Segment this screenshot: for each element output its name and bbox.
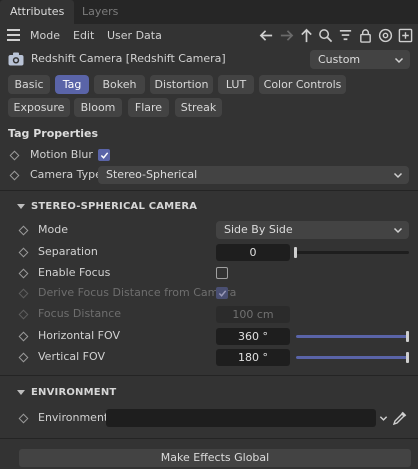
diamond-keyframe-icon[interactable] xyxy=(9,170,20,181)
tab-bloom[interactable]: Bloom xyxy=(74,98,122,117)
mode-label: Mode xyxy=(38,223,68,236)
derive-focus-checkbox xyxy=(216,287,228,299)
chevron-down-icon xyxy=(393,172,403,179)
diamond-keyframe-icon[interactable] xyxy=(18,225,29,236)
row-horizontal-fov: Horizontal FOV 360 ° xyxy=(0,326,418,346)
separation-slider-handle[interactable] xyxy=(294,247,297,258)
tab-flare[interactable]: Flare xyxy=(128,98,169,117)
separation-input[interactable]: 0 xyxy=(216,244,290,261)
row-mode: Mode Side By Side xyxy=(0,220,418,240)
focus-distance-label: Focus Distance xyxy=(38,307,122,320)
lock-icon[interactable] xyxy=(357,26,374,45)
vertical-fov-slider[interactable] xyxy=(296,356,409,359)
horizontal-fov-slider[interactable] xyxy=(296,335,409,338)
target-icon[interactable] xyxy=(377,26,394,45)
vertical-fov-label: Vertical FOV xyxy=(38,350,105,363)
horizontal-fov-input[interactable]: 360 ° xyxy=(216,328,290,345)
diamond-keyframe-icon xyxy=(18,288,29,299)
diamond-keyframe-icon[interactable] xyxy=(18,247,29,258)
search-icon[interactable] xyxy=(317,26,334,45)
motion-blur-label: Motion Blur xyxy=(30,148,93,161)
group-title-stereo: STEREO-SPHERICAL CAMERA xyxy=(31,201,198,212)
vertical-fov-slider-fill xyxy=(296,356,409,359)
preset-dropdown[interactable]: Custom xyxy=(310,50,410,69)
row-derive-focus: Derive Focus Distance from Camera xyxy=(0,283,418,303)
collapse-triangle-icon[interactable] xyxy=(17,204,25,209)
chevron-down-icon xyxy=(393,227,403,234)
diamond-keyframe-icon[interactable] xyxy=(18,352,29,363)
check-icon xyxy=(218,290,227,297)
preset-value: Custom xyxy=(318,53,361,66)
environment-link-field[interactable] xyxy=(106,409,376,427)
panel-tab-bar: Attributes Layers xyxy=(0,0,418,24)
menu-mode[interactable]: Mode xyxy=(30,27,60,44)
diamond-keyframe-icon xyxy=(18,309,29,320)
eyedropper-icon[interactable] xyxy=(392,410,408,426)
tab-bokeh[interactable]: Bokeh xyxy=(94,75,145,94)
camera-type-label: Camera Type xyxy=(30,168,102,181)
diamond-keyframe-icon[interactable] xyxy=(18,413,29,424)
tab-basic[interactable]: Basic xyxy=(8,75,50,94)
arrow-right-icon[interactable] xyxy=(278,26,295,45)
filter-icon[interactable] xyxy=(337,26,354,45)
camera-type-dropdown[interactable]: Stereo-Spherical xyxy=(98,166,409,184)
make-effects-global-button[interactable]: Make Effects Global xyxy=(19,449,411,467)
diamond-keyframe-icon[interactable] xyxy=(9,150,20,161)
divider xyxy=(0,190,418,191)
enable-focus-label: Enable Focus xyxy=(38,266,111,279)
vertical-fov-input[interactable]: 180 ° xyxy=(216,349,290,366)
check-icon xyxy=(100,152,109,159)
focus-distance-input: 100 cm xyxy=(216,306,290,323)
object-title: Redshift Camera [Redshift Camera] xyxy=(31,52,226,65)
tab-tag[interactable]: Tag xyxy=(55,75,89,94)
tab-lut[interactable]: LUT xyxy=(218,75,254,94)
row-enable-focus: Enable Focus xyxy=(0,263,418,283)
row-environment: Environment xyxy=(0,408,418,428)
tab-distortion[interactable]: Distortion xyxy=(150,75,213,94)
chevron-down-icon xyxy=(394,57,404,63)
derive-focus-label: Derive Focus Distance from Camera xyxy=(38,286,237,299)
menu-edit[interactable]: Edit xyxy=(73,27,94,44)
menu-bar: Mode Edit User Data xyxy=(0,24,418,47)
divider xyxy=(0,375,418,376)
menu-icon[interactable] xyxy=(7,29,20,41)
arrow-left-icon[interactable] xyxy=(258,26,275,45)
camera-type-value: Stereo-Spherical xyxy=(106,168,198,181)
chevron-down-icon[interactable] xyxy=(379,414,388,423)
horizontal-fov-slider-fill xyxy=(296,335,409,338)
tab-layers[interactable]: Layers xyxy=(72,0,128,24)
collapse-triangle-icon[interactable] xyxy=(17,390,25,395)
row-separation: Separation 0 xyxy=(0,242,418,262)
object-header: Redshift Camera [Redshift Camera] Custom xyxy=(0,48,418,71)
environment-label: Environment xyxy=(38,411,109,424)
motion-blur-checkbox[interactable] xyxy=(98,149,110,161)
row-motion-blur: Motion Blur xyxy=(0,145,418,165)
horizontal-fov-slider-handle[interactable] xyxy=(406,331,409,342)
tab-exposure[interactable]: Exposure xyxy=(8,98,70,117)
row-camera-type: Camera Type Stereo-Spherical xyxy=(0,165,418,185)
arrow-up-icon[interactable] xyxy=(298,26,315,45)
separation-label: Separation xyxy=(38,245,98,258)
tab-streak[interactable]: Streak xyxy=(175,98,222,117)
separation-slider[interactable] xyxy=(296,251,409,254)
tab-color-controls[interactable]: Color Controls xyxy=(259,75,346,94)
group-header-environment[interactable]: ENVIRONMENT xyxy=(0,383,418,403)
tab-attributes[interactable]: Attributes xyxy=(0,0,75,24)
add-icon[interactable] xyxy=(397,26,414,45)
diamond-keyframe-icon[interactable] xyxy=(18,331,29,342)
group-header-stereo-spherical[interactable]: STEREO-SPHERICAL CAMERA xyxy=(0,197,418,217)
camera-icon xyxy=(8,52,24,66)
mode-value: Side By Side xyxy=(224,223,293,236)
menu-user-data[interactable]: User Data xyxy=(107,27,162,44)
row-focus-distance: Focus Distance 100 cm xyxy=(0,304,418,324)
horizontal-fov-label: Horizontal FOV xyxy=(38,329,120,342)
mode-dropdown[interactable]: Side By Side xyxy=(216,221,409,239)
section-title-tag-properties: Tag Properties xyxy=(8,127,99,140)
diamond-keyframe-icon[interactable] xyxy=(18,268,29,279)
vertical-fov-slider-handle[interactable] xyxy=(406,352,409,363)
enable-focus-checkbox[interactable] xyxy=(216,267,228,279)
divider xyxy=(0,438,418,439)
row-vertical-fov: Vertical FOV 180 ° xyxy=(0,347,418,367)
group-title-environment: ENVIRONMENT xyxy=(31,387,117,398)
